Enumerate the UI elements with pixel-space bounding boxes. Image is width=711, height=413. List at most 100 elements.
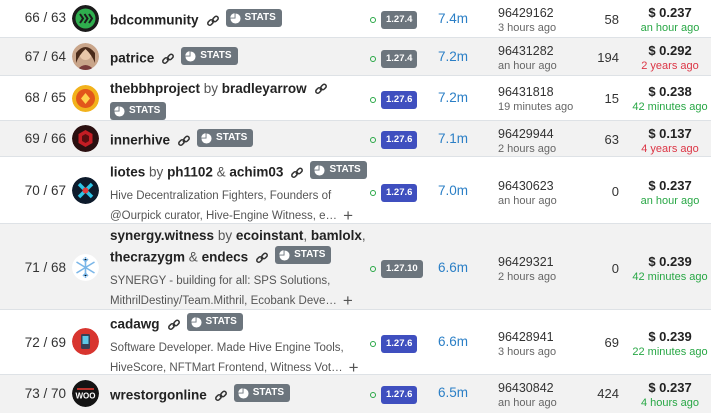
- votes: 7.2m: [437, 90, 468, 105]
- link-icon[interactable]: [255, 251, 269, 271]
- avatar[interactable]: WOO: [72, 380, 99, 407]
- version-badge: 1.27.4: [381, 11, 418, 29]
- last-block[interactable]: 96429321: [498, 254, 556, 270]
- partner-name[interactable]: bradleyarrow: [222, 81, 307, 96]
- stats-button[interactable]: STATS: [197, 129, 254, 147]
- witness-name[interactable]: innerhive: [110, 133, 170, 148]
- witness-name[interactable]: liotes: [110, 165, 145, 180]
- last-block[interactable]: 96429944: [498, 126, 556, 142]
- pie-chart-icon: [229, 12, 241, 24]
- witness-description: HiveScore, NFTMart Frontend, Witness Vot…: [110, 361, 343, 374]
- witness-name[interactable]: synergy.witness: [110, 228, 214, 243]
- table-row: 73 / 70 WOO wrestorgonline STATS 1.27.6 6…: [0, 375, 711, 413]
- rank: 67 / 64: [24, 49, 66, 64]
- witness-name[interactable]: cadawg: [110, 317, 160, 332]
- avatar[interactable]: [72, 177, 99, 204]
- version-badge: 1.27.6: [381, 184, 418, 202]
- version: 1.27.6: [370, 335, 418, 353]
- status-dot-icon: [370, 56, 376, 62]
- last-block-ago: 3 hours ago: [498, 346, 557, 358]
- votes: 6.6m: [437, 260, 468, 275]
- price-feed: $ 0.292: [648, 43, 692, 58]
- link-icon[interactable]: [214, 389, 228, 409]
- price-feed-ago: 42 minutes ago: [632, 271, 708, 283]
- partner-name[interactable]: bamlolx: [311, 228, 362, 243]
- rank: 66 / 63: [24, 10, 66, 25]
- partner-name[interactable]: ph1102: [167, 165, 213, 180]
- last-block[interactable]: 96431818: [498, 84, 573, 100]
- witness-name[interactable]: wrestorgonline: [110, 388, 207, 403]
- version: 1.27.4: [370, 50, 418, 68]
- stats-button[interactable]: STATS: [110, 102, 167, 120]
- price-feed-ago: 42 minutes ago: [632, 101, 708, 113]
- stats-button[interactable]: STATS: [233, 384, 291, 402]
- pie-chart-icon: [238, 387, 249, 399]
- rank: 71 / 68: [24, 260, 66, 275]
- avatar[interactable]: [72, 328, 99, 355]
- table-row: 72 / 69 cadawg STATS Software Developer. …: [0, 310, 711, 376]
- status-dot-icon: [370, 341, 376, 347]
- price-feed-ago: 2 years ago: [641, 60, 699, 72]
- stats-label: STATS: [200, 50, 232, 61]
- stats-button[interactable]: STATS: [275, 246, 332, 264]
- partner-name[interactable]: endecs: [202, 250, 249, 265]
- witness-name[interactable]: bdcommunity: [110, 13, 199, 28]
- price-feed: $ 0.237: [648, 5, 692, 20]
- stats-label: STATS: [294, 249, 326, 260]
- status-dot-icon: [370, 17, 376, 23]
- price-feed-ago: 4 years ago: [641, 143, 699, 155]
- last-block[interactable]: 96430623: [498, 178, 557, 194]
- version-badge: 1.27.6: [381, 335, 418, 353]
- avatar[interactable]: [72, 125, 99, 152]
- comma-text: ,: [303, 228, 308, 243]
- status-dot-icon: [370, 137, 376, 143]
- price-feed: $ 0.237: [648, 178, 692, 193]
- last-block[interactable]: 96429162: [498, 5, 556, 21]
- stats-button[interactable]: STATS: [186, 313, 243, 331]
- missed-blocks: 194: [597, 50, 619, 65]
- avatar[interactable]: [72, 5, 99, 32]
- stats-button[interactable]: STATS: [225, 9, 282, 27]
- witness-name[interactable]: thebbhproject: [110, 81, 200, 96]
- price-feed: $ 0.237: [648, 380, 692, 395]
- partner-name[interactable]: thecrazygm: [110, 250, 185, 265]
- price-feed-ago: 22 minutes ago: [632, 346, 708, 358]
- witness-name[interactable]: patrice: [110, 51, 154, 66]
- last-block[interactable]: 96431282: [498, 43, 557, 59]
- last-block[interactable]: 96428941: [498, 329, 556, 345]
- missed-blocks: 15: [604, 91, 619, 106]
- by-text: by: [149, 164, 164, 180]
- link-icon[interactable]: [161, 52, 175, 72]
- stats-button[interactable]: STATS: [181, 47, 238, 65]
- rank: 72 / 69: [24, 335, 66, 350]
- avatar[interactable]: [72, 85, 99, 112]
- table-row: 68 / 65 thebbhproject by bradleyarrow ST…: [0, 76, 711, 121]
- link-icon[interactable]: [206, 14, 220, 34]
- witness-table: 66 / 63 bdcommunity STATS 1.27.4 7.4m 964…: [0, 0, 711, 413]
- link-icon[interactable]: [290, 166, 304, 186]
- avatar[interactable]: [72, 43, 99, 70]
- stats-label: STATS: [252, 387, 285, 398]
- last-block-ago: an hour ago: [498, 60, 557, 72]
- svg-text:WOO: WOO: [76, 392, 96, 401]
- expand-plus-icon[interactable]: +: [343, 207, 353, 224]
- avatar[interactable]: [72, 254, 99, 281]
- link-icon[interactable]: [177, 134, 191, 154]
- link-icon[interactable]: [167, 318, 181, 338]
- partner-name[interactable]: achim03: [229, 165, 283, 180]
- pie-chart-icon: [201, 132, 212, 144]
- table-row: 70 / 67 liotes by ph1102 & achim03 STATS …: [0, 157, 711, 224]
- expand-plus-icon[interactable]: +: [349, 359, 359, 376]
- price-feed: $ 0.239: [648, 329, 692, 344]
- link-icon[interactable]: [314, 82, 328, 102]
- last-block[interactable]: 96430842: [498, 380, 557, 396]
- version: 1.27.4: [370, 11, 418, 29]
- expand-plus-icon[interactable]: +: [343, 292, 353, 309]
- last-block-ago: an hour ago: [498, 195, 557, 207]
- status-dot-icon: [370, 97, 376, 103]
- votes: 7.1m: [437, 131, 468, 146]
- stats-button[interactable]: STATS: [310, 161, 367, 179]
- partner-name[interactable]: ecoinstant: [236, 228, 304, 243]
- stats-label: STATS: [244, 12, 276, 23]
- by-text: by: [217, 228, 233, 243]
